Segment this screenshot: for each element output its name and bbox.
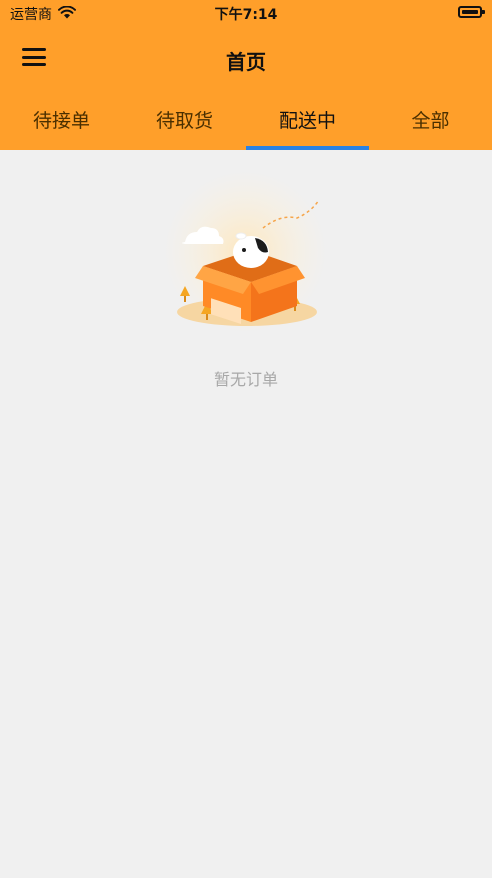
- page-title: 首页: [226, 50, 266, 74]
- tab-delivering[interactable]: 配送中: [246, 98, 369, 150]
- navbar: 首页: [0, 30, 492, 86]
- empty-message: 暂无订单: [213, 370, 278, 389]
- status-time: 下午7:14: [214, 7, 278, 23]
- cow-in-box-illustration: [155, 170, 335, 340]
- status-bar: 运营商 下午7:14: [0, 0, 492, 26]
- battery-icon: [458, 6, 485, 18]
- tab-pending-accept[interactable]: 待接单: [0, 98, 123, 150]
- empty-state: 暂无订单: [0, 150, 492, 878]
- header: 运营商 下午7:14 首页 待接单 待取货 配送中 全部: [0, 0, 492, 150]
- order-tabs: 待接单 待取货 配送中 全部: [0, 98, 492, 150]
- tab-pending-pickup[interactable]: 待取货: [123, 98, 246, 150]
- tab-all[interactable]: 全部: [369, 98, 492, 150]
